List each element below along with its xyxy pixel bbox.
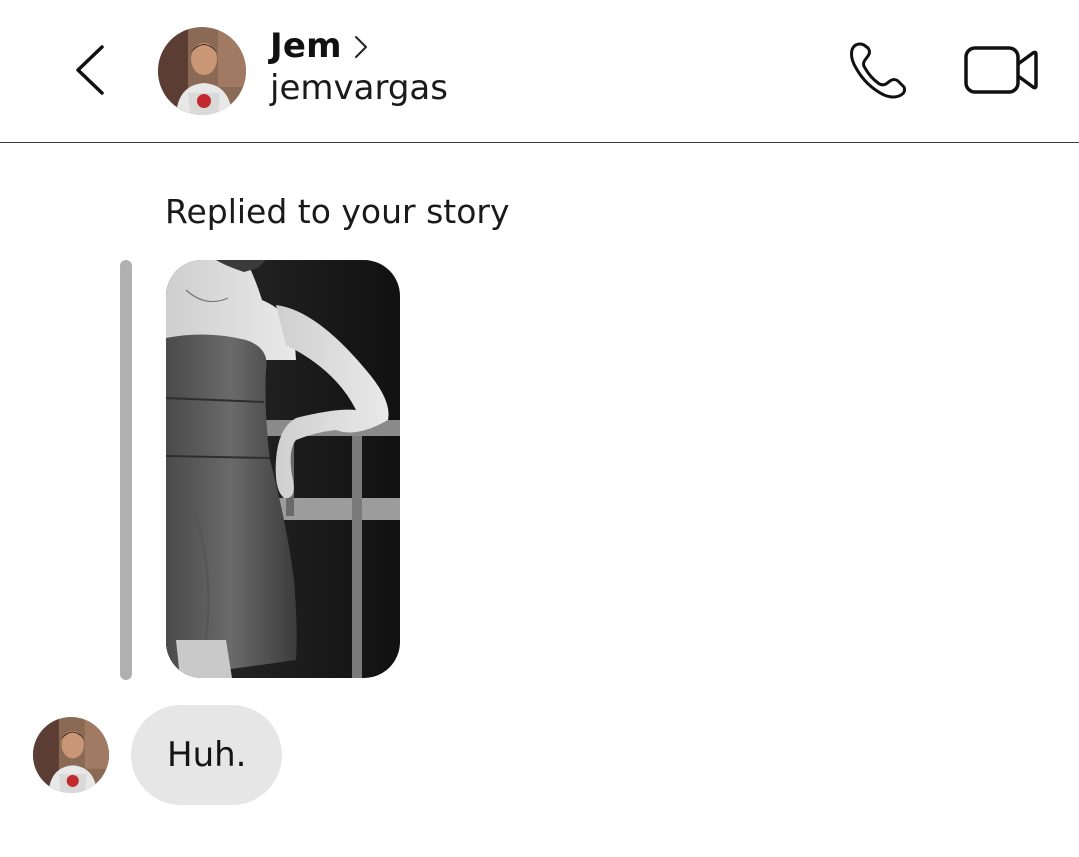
contact-title: Jem jemvargas <box>270 26 448 108</box>
video-camera-icon <box>964 46 1038 94</box>
story-thumbnail[interactable] <box>166 260 400 678</box>
chevron-right-icon <box>354 36 367 58</box>
chat-header: Jem jemvargas <box>0 0 1079 143</box>
phone-icon <box>850 42 907 99</box>
reply-indicator-bar <box>120 260 132 680</box>
message-bubble[interactable]: Huh. <box>131 705 283 805</box>
contact-avatar[interactable] <box>158 27 246 115</box>
message-text: Huh. <box>167 735 247 775</box>
sender-avatar[interactable] <box>33 717 109 793</box>
voice-call-button[interactable] <box>846 38 912 102</box>
back-button[interactable] <box>70 40 114 100</box>
chevron-left-icon <box>76 45 104 95</box>
story-reply-label: Replied to your story <box>165 192 510 231</box>
contact-name: Jem <box>270 26 342 66</box>
video-call-button[interactable] <box>963 44 1039 96</box>
contact-name-row[interactable]: Jem <box>270 26 448 66</box>
contact-username: jemvargas <box>270 68 448 108</box>
chat-screen: Jem jemvargas Replied to your story Huh. <box>0 0 1079 857</box>
